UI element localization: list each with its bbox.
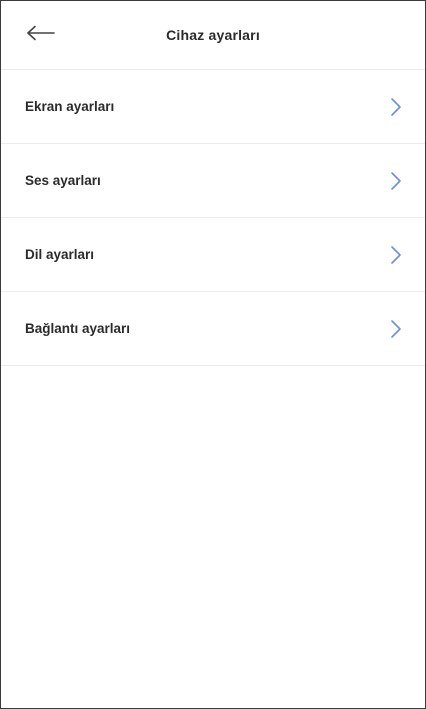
settings-item-language[interactable]: Dil ayarları xyxy=(1,218,425,292)
chevron-right-icon xyxy=(389,171,403,191)
settings-item-connection[interactable]: Bağlantı ayarları xyxy=(1,292,425,366)
settings-item-label: Bağlantı ayarları xyxy=(25,321,131,336)
device-settings-screen: Cihaz ayarları Ekran ayarları Ses ayarla… xyxy=(0,0,426,709)
settings-item-label: Dil ayarları xyxy=(25,247,95,262)
chevron-right-icon xyxy=(389,319,403,339)
settings-item-label: Ekran ayarları xyxy=(25,99,115,114)
settings-item-display[interactable]: Ekran ayarları xyxy=(1,70,425,144)
settings-item-label: Ses ayarları xyxy=(25,173,101,188)
chevron-right-icon xyxy=(389,97,403,117)
page-title: Cihaz ayarları xyxy=(166,27,260,43)
settings-item-sound[interactable]: Ses ayarları xyxy=(1,144,425,218)
back-button[interactable] xyxy=(23,21,59,49)
chevron-right-icon xyxy=(389,245,403,265)
arrow-left-icon xyxy=(26,25,56,46)
app-header: Cihaz ayarları xyxy=(1,1,425,70)
settings-list: Ekran ayarları Ses ayarları Dil ayarları xyxy=(1,70,425,366)
